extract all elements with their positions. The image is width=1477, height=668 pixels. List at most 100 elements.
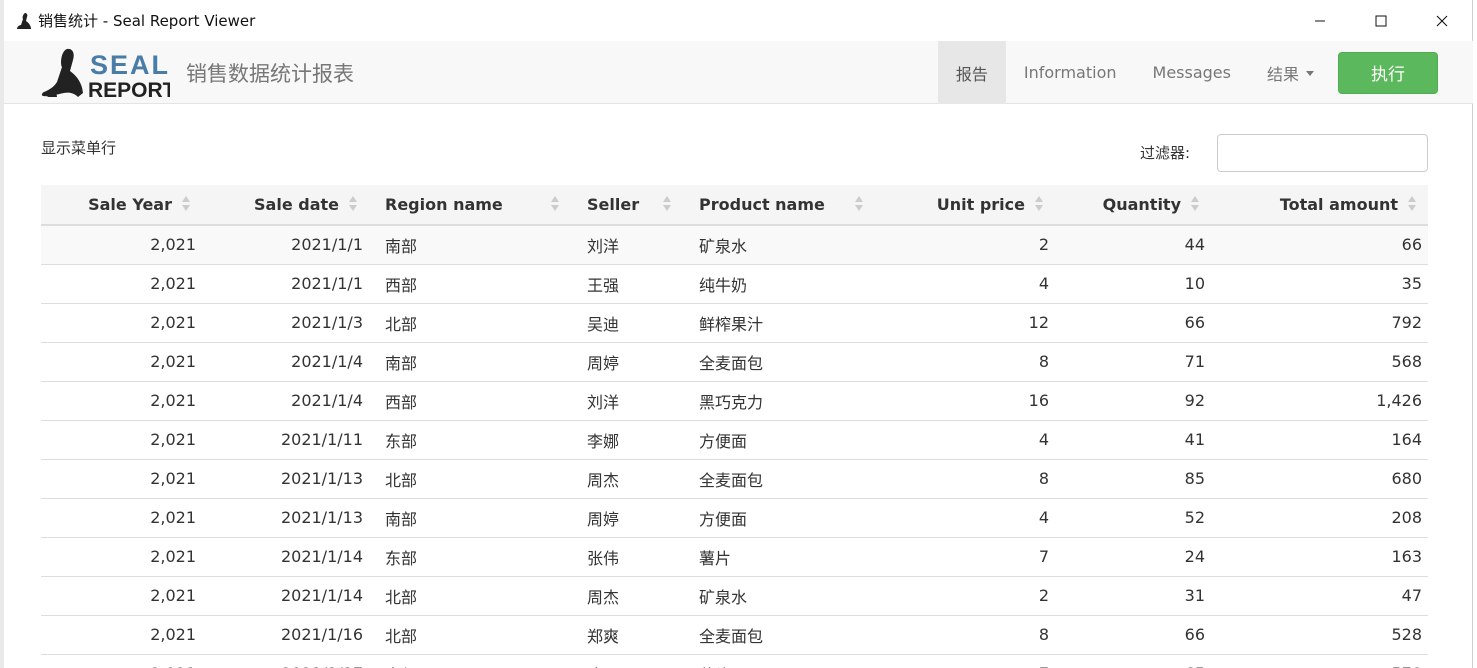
- table-row[interactable]: 2,021 2021/1/3 北部 吴迪 鲜榨果汁 12 66 792: [41, 303, 1428, 343]
- table-cell: 2,021: [41, 576, 202, 616]
- table-cell: 2,021: [41, 420, 202, 460]
- table-cell: 16: [875, 381, 1055, 421]
- table-cell: 纯牛奶: [683, 264, 875, 304]
- table-cell: 41: [1055, 420, 1211, 460]
- table-row[interactable]: 2,021 2021/1/4 南部 周婷 全麦面包 8 71 568: [41, 342, 1428, 382]
- svg-text:REPORT: REPORT: [88, 79, 170, 101]
- table-cell: 鲜榨果汁: [683, 303, 875, 343]
- table-row[interactable]: 2,021 2021/1/16 北部 郑爽 全麦面包 8 66 528: [41, 615, 1428, 655]
- nav-information-tab[interactable]: Information: [1006, 41, 1135, 104]
- sort-icon: [182, 196, 190, 214]
- table-cell: 西部: [369, 381, 571, 421]
- report-title: 销售数据统计报表: [186, 62, 354, 86]
- table-cell: 北部: [369, 303, 571, 343]
- table-body: 2,021 2021/1/1 南部 刘洋 矿泉水 2 44 66 2,021 2021/1/1 西部…: [41, 225, 1428, 668]
- table-row[interactable]: 2,021 2021/1/11 东部 李娜 方便面 4 41 164: [41, 420, 1428, 460]
- close-button[interactable]: [1411, 0, 1472, 41]
- column-header-sale-year[interactable]: Sale Year: [41, 185, 202, 226]
- column-header-quantity[interactable]: Quantity: [1055, 185, 1211, 226]
- table-cell: 2,021: [41, 264, 202, 304]
- nav-results-label: 结果: [1266, 64, 1299, 84]
- show-menu-toggle[interactable]: 显示菜单行: [41, 137, 116, 158]
- table-cell: 570: [1211, 654, 1428, 668]
- table-cell: 85: [1055, 459, 1211, 499]
- table-cell: 4: [875, 498, 1055, 538]
- table-cell: 12: [875, 303, 1055, 343]
- sort-icon: [1191, 196, 1199, 214]
- table-cell: 2,021: [41, 342, 202, 382]
- table-row[interactable]: 2,021 2021/1/13 北部 周杰 全麦面包 8 85 680: [41, 459, 1428, 499]
- table-cell: 周杰: [571, 459, 683, 499]
- sort-icon: [855, 196, 863, 214]
- column-header-region-name[interactable]: Region name: [369, 185, 571, 226]
- table-row[interactable]: 2,021 2021/1/13 南部 周婷 方便面 4 52 208: [41, 498, 1428, 538]
- table-row[interactable]: 2,021 2021/1/4 西部 刘洋 黑巧克力 16 92 1,426: [41, 381, 1428, 421]
- maximize-button[interactable]: [1350, 0, 1411, 41]
- table-cell: 刘洋: [571, 381, 683, 421]
- filter-input[interactable]: [1217, 134, 1428, 172]
- table-cell: 方便面: [683, 420, 875, 460]
- table-cell: 2,021: [41, 459, 202, 499]
- table-cell: 刘洋: [571, 225, 683, 265]
- table-cell: 2: [875, 225, 1055, 265]
- sort-icon: [663, 196, 671, 214]
- table-cell: 52: [1055, 498, 1211, 538]
- table-cell: 东部: [369, 537, 571, 577]
- app-window: 销售统计 - Seal Report Viewer SEAL REPORT 销售…: [4, 0, 1473, 668]
- table-cell: 66: [1055, 615, 1211, 655]
- table-header-row: Sale Year Sale date Region name Seller P…: [41, 185, 1428, 226]
- table-cell: 24: [1055, 537, 1211, 577]
- filter-label: 过滤器:: [1140, 144, 1191, 162]
- data-table: Sale Year Sale date Region name Seller P…: [41, 185, 1428, 668]
- table-cell: 2021/1/14: [202, 537, 369, 577]
- table-cell: 张伟: [571, 537, 683, 577]
- table-cell: 568: [1211, 342, 1428, 382]
- table-cell: 2021/1/1: [202, 264, 369, 304]
- column-header-total-amount[interactable]: Total amount: [1211, 185, 1428, 226]
- table-cell: 8: [875, 459, 1055, 499]
- table-row[interactable]: 2,021 2021/1/1 西部 王强 纯牛奶 4 10 35: [41, 264, 1428, 304]
- column-header-product-name[interactable]: Product name: [683, 185, 875, 226]
- sort-icon: [551, 196, 559, 214]
- table-cell: 南部: [369, 654, 571, 668]
- column-header-seller[interactable]: Seller: [571, 185, 683, 226]
- column-header-sale-date[interactable]: Sale date: [202, 185, 369, 226]
- table-cell: 7: [875, 537, 1055, 577]
- table-cell: 2,021: [41, 225, 202, 265]
- table-cell: 2021/1/17: [202, 654, 369, 668]
- table-cell: 1,426: [1211, 381, 1428, 421]
- table-cell: 2021/1/16: [202, 615, 369, 655]
- table-row[interactable]: 2,021 2021/1/14 北部 周杰 矿泉水 2 31 47: [41, 576, 1428, 616]
- table-row[interactable]: 2,0212021/1/17南部陈晨薯片765570: [41, 654, 1428, 668]
- table-cell: 李娜: [571, 420, 683, 460]
- table-cell: 全麦面包: [683, 615, 875, 655]
- table-cell: 2021/1/1: [202, 225, 369, 265]
- sort-icon: [1035, 196, 1043, 214]
- table-cell: 2021/1/4: [202, 342, 369, 382]
- nav-results-dropdown[interactable]: 结果: [1249, 41, 1332, 104]
- table-row[interactable]: 2,021 2021/1/14 东部 张伟 薯片 7 24 163: [41, 537, 1428, 577]
- table-cell: 方便面: [683, 498, 875, 538]
- table-cell: 31: [1055, 576, 1211, 616]
- table-cell: 8: [875, 342, 1055, 382]
- table-cell: 208: [1211, 498, 1428, 538]
- table-cell: 南部: [369, 498, 571, 538]
- table-cell: 2,021: [41, 615, 202, 655]
- table-cell: 47: [1211, 576, 1428, 616]
- table-cell: 10: [1055, 264, 1211, 304]
- nav-messages-tab[interactable]: Messages: [1135, 41, 1249, 104]
- table-cell: 792: [1211, 303, 1428, 343]
- column-header-unit-price[interactable]: Unit price: [875, 185, 1055, 226]
- close-icon: [1436, 15, 1447, 26]
- table-cell: 薯片: [683, 654, 875, 668]
- window-title: 销售统计 - Seal Report Viewer: [38, 12, 256, 30]
- execute-button[interactable]: 执行: [1338, 51, 1438, 94]
- seal-report-logo[interactable]: SEAL REPORT: [40, 45, 176, 102]
- title-bar: 销售统计 - Seal Report Viewer: [4, 0, 1472, 41]
- minimize-button[interactable]: [1289, 0, 1350, 41]
- table-cell: 郑爽: [571, 615, 683, 655]
- nav-report-tab[interactable]: 报告: [937, 41, 1006, 104]
- table-cell: 8: [875, 615, 1055, 655]
- window-controls: [1289, 0, 1472, 41]
- table-row[interactable]: 2,021 2021/1/1 南部 刘洋 矿泉水 2 44 66: [41, 225, 1428, 265]
